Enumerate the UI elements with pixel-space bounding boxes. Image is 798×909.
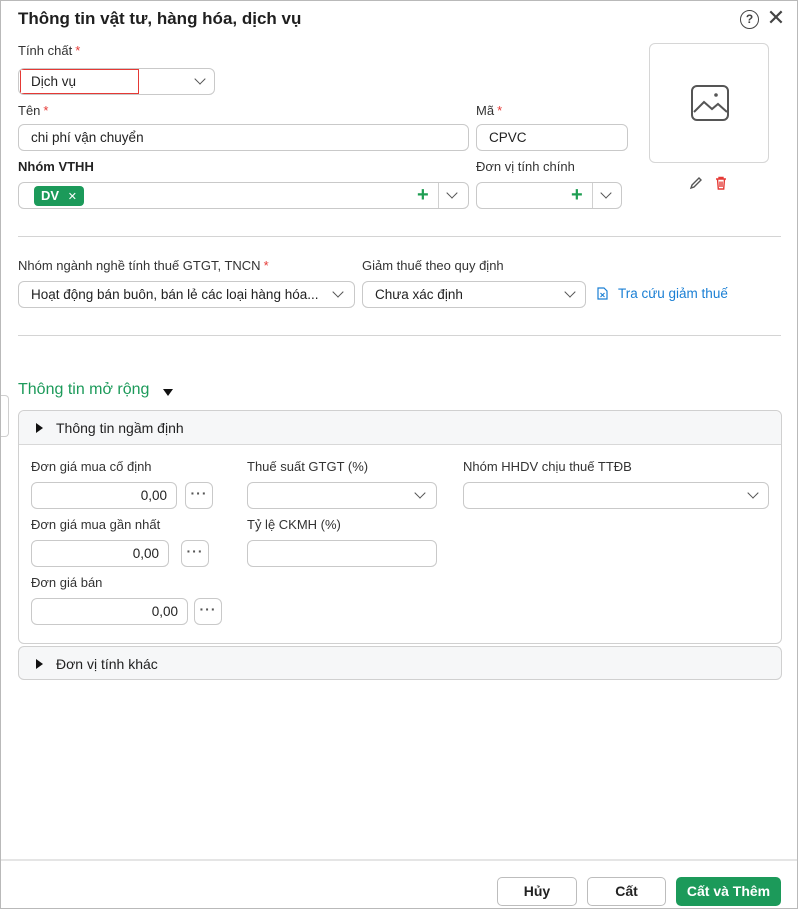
don-gia-mua-gan-nhat-label: Đơn giá mua gần nhất <box>31 517 161 532</box>
don-vi-tinh-chinh-select[interactable]: + <box>476 182 622 209</box>
chevron-down-icon <box>747 487 759 499</box>
chevron-down-icon <box>414 487 426 499</box>
ten-input[interactable]: chi phí vận chuyển <box>18 124 469 151</box>
more-options-button[interactable]: ··· <box>194 598 222 625</box>
nhom-vthh-select[interactable]: + <box>18 182 469 209</box>
chevron-down-icon <box>332 286 344 298</box>
don-vi-tinh-chinh-label: Đơn vị tính chính <box>476 159 575 174</box>
thue-suat-gtgt-label: Thuế suất GTGT (%) <box>247 459 369 474</box>
ty-le-ckmh-label: Tỷ lệ CKMH (%) <box>247 517 341 532</box>
cancel-button[interactable]: Hủy <box>497 877 577 906</box>
other-units-title: Đơn vị tính khác <box>56 656 158 672</box>
ma-label: Mã * <box>476 103 503 118</box>
close-icon[interactable]: ✕ <box>766 7 786 29</box>
trash-icon[interactable] <box>714 176 728 190</box>
divider <box>18 236 781 237</box>
save-and-add-button[interactable]: Cất và Thêm <box>676 877 781 906</box>
nhom-vthh-tag: DV ✕ <box>34 186 84 206</box>
excel-file-icon <box>597 287 608 300</box>
thue-suat-gtgt-select[interactable] <box>247 482 437 509</box>
chevron-down-icon <box>194 73 206 85</box>
more-options-button[interactable]: ··· <box>181 540 209 567</box>
tinh-chat-label: Tính chất * <box>18 43 81 58</box>
question-circle-icon[interactable]: ? <box>740 10 759 29</box>
dialog-footer: Hủy Cất Cất và Thêm <box>1 859 797 908</box>
divider <box>18 335 781 336</box>
material-info-dialog: Thông tin vật tư, hàng hóa, dịch vụ ? ✕ … <box>0 0 798 909</box>
don-gia-ban-label: Đơn giá bán <box>31 575 103 590</box>
nhom-hhdv-ttdb-select[interactable] <box>463 482 769 509</box>
image-upload-box[interactable] <box>649 43 769 163</box>
default-info-header[interactable]: Thông tin ngầm định <box>19 411 781 445</box>
tra-cuu-giam-thue-link[interactable]: Tra cứu giảm thuế <box>618 286 728 301</box>
chevron-down-icon[interactable] <box>600 187 612 199</box>
chevron-down-icon <box>564 286 576 298</box>
chevron-down-icon[interactable] <box>446 187 458 199</box>
other-units-panel[interactable]: Đơn vị tính khác <box>18 646 782 680</box>
extended-info-title[interactable]: Thông tin mở rộng <box>18 381 149 399</box>
caret-down-icon[interactable] <box>163 389 173 396</box>
ma-input[interactable]: CPVC <box>476 124 628 151</box>
ten-label: Tên * <box>18 103 49 118</box>
ty-le-ckmh-input[interactable] <box>247 540 437 567</box>
nhom-vthh-label: Nhóm VTHH <box>18 159 94 174</box>
tag-remove-icon[interactable]: ✕ <box>68 191 77 203</box>
giam-thue-select[interactable]: Chưa xác định <box>362 281 586 308</box>
caret-right-icon <box>36 659 43 669</box>
don-gia-ban-input[interactable]: 0,00 <box>31 598 188 625</box>
default-info-title: Thông tin ngầm định <box>56 420 184 436</box>
plus-icon[interactable]: + <box>417 185 429 205</box>
don-gia-mua-co-dinh-label: Đơn giá mua cố định <box>31 459 152 474</box>
nhom-nganh-nghe-select[interactable]: Hoạt động bán buôn, bán lẻ các loại hàng… <box>18 281 355 308</box>
giam-thue-label: Giảm thuế theo quy định <box>362 258 504 273</box>
don-gia-mua-gan-nhat-input[interactable]: 0,00 <box>31 540 169 567</box>
pencil-icon[interactable] <box>689 176 703 190</box>
tinh-chat-select[interactable]: Dịch vụ <box>18 68 215 95</box>
save-button[interactable]: Cất <box>587 877 666 906</box>
nhom-hhdv-ttdb-label: Nhóm HHDV chịu thuế TTĐB <box>463 459 632 474</box>
don-gia-mua-co-dinh-input[interactable]: 0,00 <box>31 482 177 509</box>
caret-right-icon <box>36 423 43 433</box>
plus-icon[interactable]: + <box>571 185 583 205</box>
nhom-nganh-nghe-label: Nhóm ngành nghề tính thuế GTGT, TNCN * <box>18 258 269 273</box>
side-tab-handle[interactable] <box>1 395 9 437</box>
image-placeholder-icon <box>691 85 729 121</box>
dialog-title: Thông tin vật tư, hàng hóa, dịch vụ <box>18 9 302 28</box>
more-options-button[interactable]: ··· <box>185 482 213 509</box>
